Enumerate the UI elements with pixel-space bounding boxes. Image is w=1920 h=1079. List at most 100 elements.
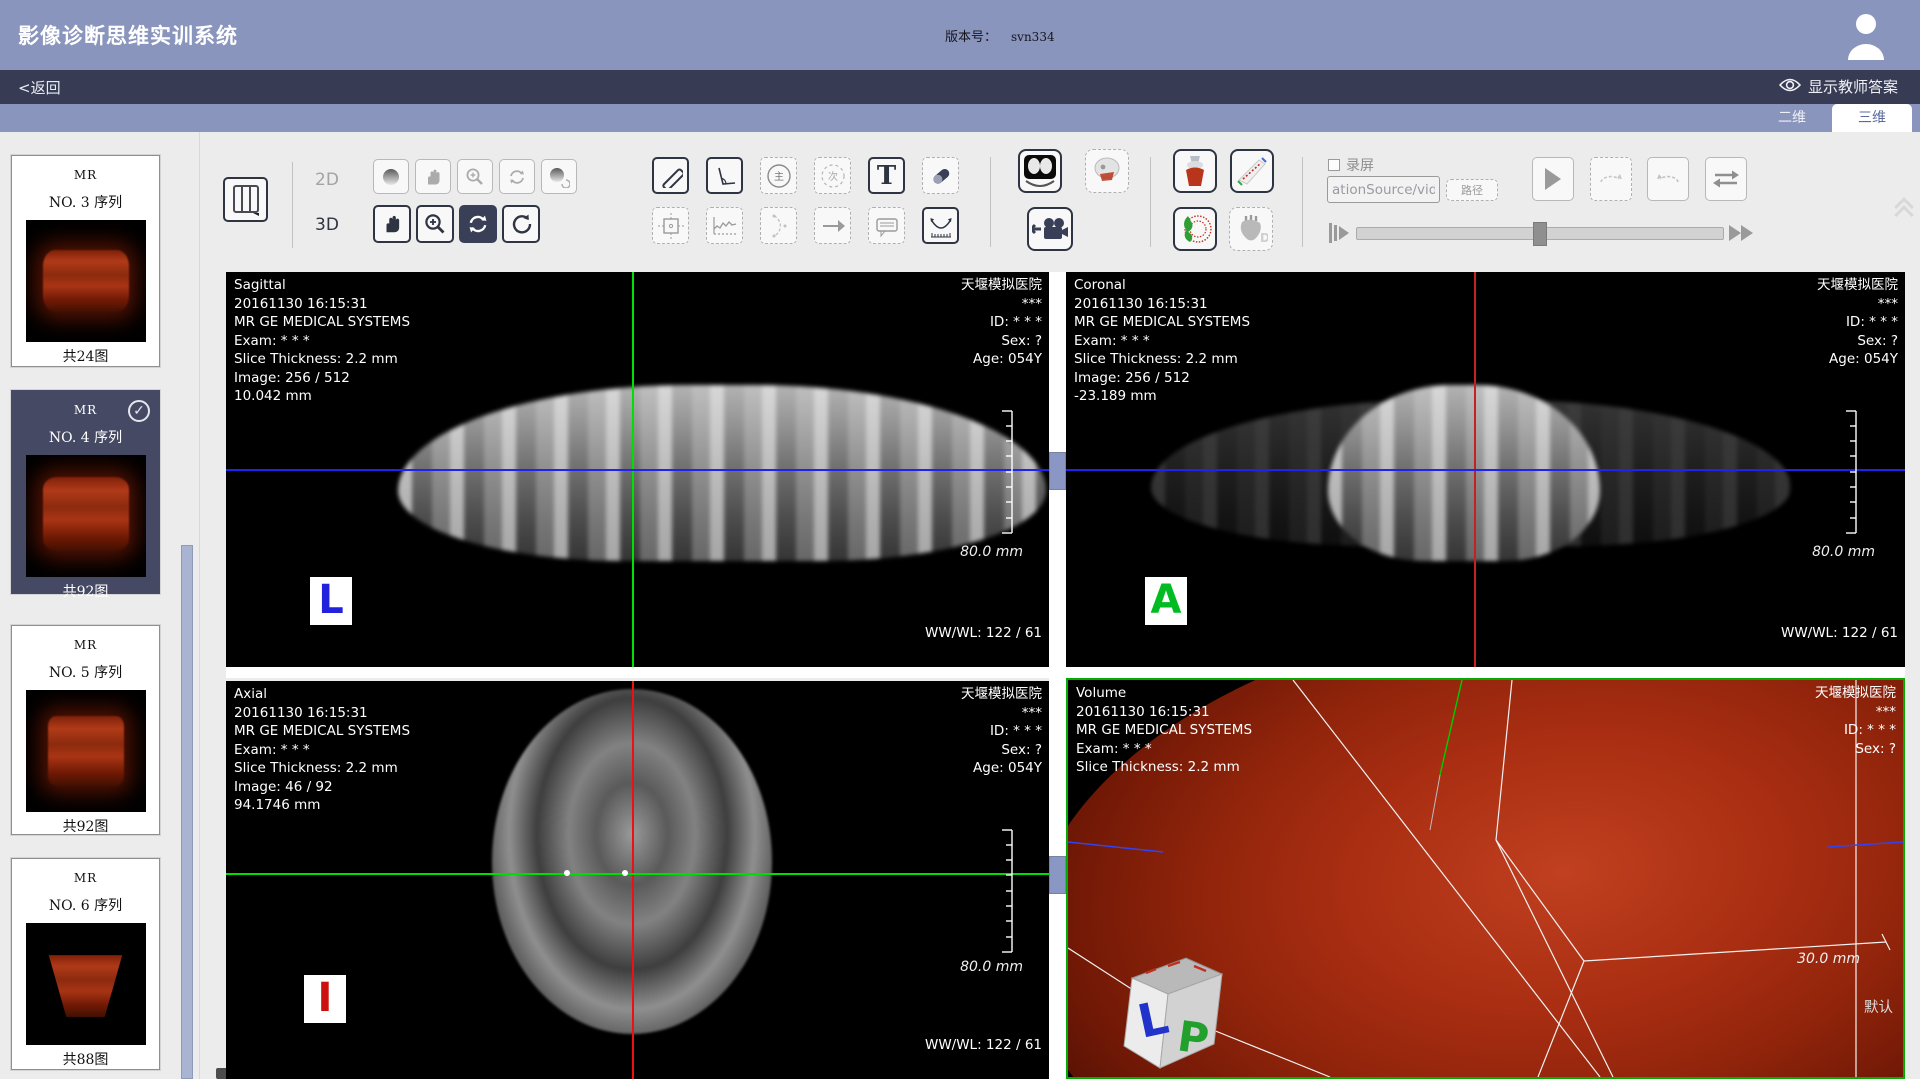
sidebar-scrollbar[interactable]	[181, 545, 193, 1079]
vp-exam: Exam: * * *	[234, 332, 410, 351]
tool2d-zoom-button[interactable]	[457, 159, 493, 194]
user-avatar-icon[interactable]	[1840, 8, 1892, 62]
preset-heart-button[interactable]: D	[1229, 207, 1273, 251]
tool3d-zoom-button[interactable]	[416, 205, 454, 243]
vp-stars: ***	[961, 295, 1042, 314]
measure-curved-ruler-button[interactable]	[922, 207, 959, 244]
slice-scroll-thumb-bottom[interactable]	[1049, 856, 1066, 894]
measure-curve-button[interactable]	[760, 207, 797, 244]
series-thumbnail	[26, 220, 146, 342]
view-mode-tabs: 二维 三维	[0, 104, 1920, 132]
measure-roi-button[interactable]	[652, 207, 689, 244]
tool2d-rotate-button[interactable]	[499, 159, 535, 194]
wwwl-label: WW/WL: 122 / 61	[925, 1037, 1042, 1053]
preset-knee-button[interactable]	[1173, 149, 1217, 193]
measure-primary-button[interactable]: 主	[760, 157, 797, 194]
viewport-volume-3d[interactable]: Volume 20161130 16:15:31 MR GE MEDICAL S…	[1066, 678, 1905, 1079]
tool2d-window-reset-button[interactable]	[541, 159, 577, 194]
tool3d-pan-button[interactable]	[373, 205, 411, 243]
series-name: NO. 4 序列	[12, 427, 159, 447]
preset-segmentation-button[interactable]	[1173, 207, 1217, 251]
vp-name: Sagittal	[234, 276, 410, 295]
toolbar-divider	[292, 162, 293, 248]
video-path-input[interactable]	[1327, 176, 1440, 203]
scale-ruler	[1845, 410, 1859, 538]
vp-datetime: 20161130 16:15:31	[234, 295, 410, 314]
crosshair-horizontal-blue[interactable]	[226, 469, 1049, 471]
app-root: 影像诊断思维实训系统 版本号：svn334 <返回 显示教师答案 二维 三维 M…	[0, 0, 1920, 1079]
tab-2d[interactable]: 二维	[1752, 104, 1832, 132]
record-label: 录屏	[1346, 155, 1374, 175]
export-video-button[interactable]	[1027, 207, 1073, 251]
series-modality: MR	[12, 871, 159, 885]
speed-slider-thumb[interactable]	[1533, 222, 1547, 246]
path-button[interactable]: 路径	[1446, 179, 1498, 201]
measure-angle-button[interactable]	[706, 157, 743, 194]
swap-direction-button[interactable]	[1705, 157, 1747, 201]
vp-image-index: Image: 46 / 92	[234, 778, 410, 797]
vp-age: Age: 054Y	[961, 759, 1042, 778]
crosshair-vertical-red[interactable]	[632, 681, 634, 1079]
vp-thickness: Slice Thickness: 2.2 mm	[234, 759, 410, 778]
series-thumbnail	[26, 923, 146, 1045]
selected-check-icon: ✓	[128, 400, 150, 422]
record-checkbox[interactable]	[1328, 159, 1340, 171]
sagittal-mri-image	[398, 385, 1046, 561]
series-card-3[interactable]: MR NO. 3 序列 共24图	[11, 155, 160, 367]
series-modality: MR	[12, 638, 159, 652]
orientation-marker-I: I	[304, 975, 346, 1023]
volume-preset-label[interactable]: 默认	[1864, 996, 1893, 1017]
rotate-right-button[interactable]	[1590, 157, 1632, 201]
vp-device: MR GE MEDICAL SYSTEMS	[1074, 313, 1250, 332]
play-button[interactable]	[1532, 157, 1574, 201]
tool2d-pan-button[interactable]	[415, 159, 451, 194]
sagittal-patient-block: 天堰模拟医院 *** ID: * * * Sex: ? Age: 054Y	[961, 276, 1042, 369]
measure-secondary-button[interactable]: 次	[814, 157, 851, 194]
toolbar-divider	[1150, 157, 1151, 247]
collapse-panel-chevron[interactable]	[1894, 200, 1916, 222]
preset-limb-button[interactable]	[1230, 149, 1274, 193]
crosshair-horizontal-blue[interactable]	[1066, 469, 1905, 471]
tool2d-window-level-button[interactable]	[373, 159, 409, 194]
viewport-sagittal[interactable]: Sagittal 20161130 16:15:31 MR GE MEDICAL…	[226, 272, 1049, 667]
vp-thickness: Slice Thickness: 2.2 mm	[1076, 758, 1252, 777]
speed-slow-icon	[1328, 221, 1352, 249]
series-name: NO. 5 序列	[12, 662, 159, 682]
preset-lung-button[interactable]	[1018, 149, 1062, 193]
vp-stars: ***	[961, 704, 1042, 723]
measure-arrow-button[interactable]	[814, 207, 851, 244]
measure-ruler-button[interactable]	[652, 157, 689, 194]
series-card-5[interactable]: MR NO. 5 序列 共92图	[11, 625, 160, 835]
vp-stars: ***	[1817, 295, 1898, 314]
coronal-mri-image	[1328, 385, 1600, 561]
slice-scroll-thumb-top[interactable]	[1049, 452, 1066, 490]
series-name: NO. 6 序列	[12, 895, 159, 915]
viewport-axial[interactable]: Axial 20161130 16:15:31 MR GE MEDICAL SY…	[226, 681, 1049, 1079]
measure-comment-button[interactable]	[868, 207, 905, 244]
measure-text-button[interactable]: T	[868, 157, 905, 194]
layout-button[interactable]	[223, 177, 268, 222]
measure-profile-button[interactable]	[706, 207, 743, 244]
viewport-column-divider[interactable]	[1049, 272, 1066, 1079]
series-card-6[interactable]: MR NO. 6 序列 共88图	[11, 858, 160, 1070]
series-count: 共92图	[12, 581, 159, 601]
back-button[interactable]: <返回	[18, 77, 61, 98]
scale-label: 80.0 mm	[960, 959, 1023, 975]
secondary-char: 次	[828, 170, 838, 183]
toolbar-divider	[990, 157, 991, 247]
rotate-left-button[interactable]	[1647, 157, 1689, 201]
coronal-info-block: Coronal 20161130 16:15:31 MR GE MEDICAL …	[1074, 276, 1250, 406]
tab-3d[interactable]: 三维	[1832, 104, 1912, 132]
orientation-marker-A: A	[1145, 577, 1187, 625]
measure-eraser-button[interactable]	[922, 157, 959, 194]
scale-label: 80.0 mm	[1812, 544, 1875, 560]
series-card-4-selected[interactable]: ✓ MR NO. 4 序列 共92图	[11, 390, 160, 594]
preset-skull-button[interactable]	[1085, 149, 1129, 193]
tool3d-reset-button[interactable]	[502, 205, 540, 243]
vp-image-index: Image: 256 / 512	[234, 369, 410, 388]
orientation-cube[interactable]: L P	[1110, 946, 1242, 1079]
viewport-coronal[interactable]: Coronal 20161130 16:15:31 MR GE MEDICAL …	[1066, 272, 1905, 667]
show-teacher-answer-button[interactable]: 显示教师答案	[1779, 76, 1898, 97]
tool3d-rotate-button[interactable]	[459, 205, 497, 243]
crosshair-horizontal-green[interactable]	[226, 873, 1049, 875]
